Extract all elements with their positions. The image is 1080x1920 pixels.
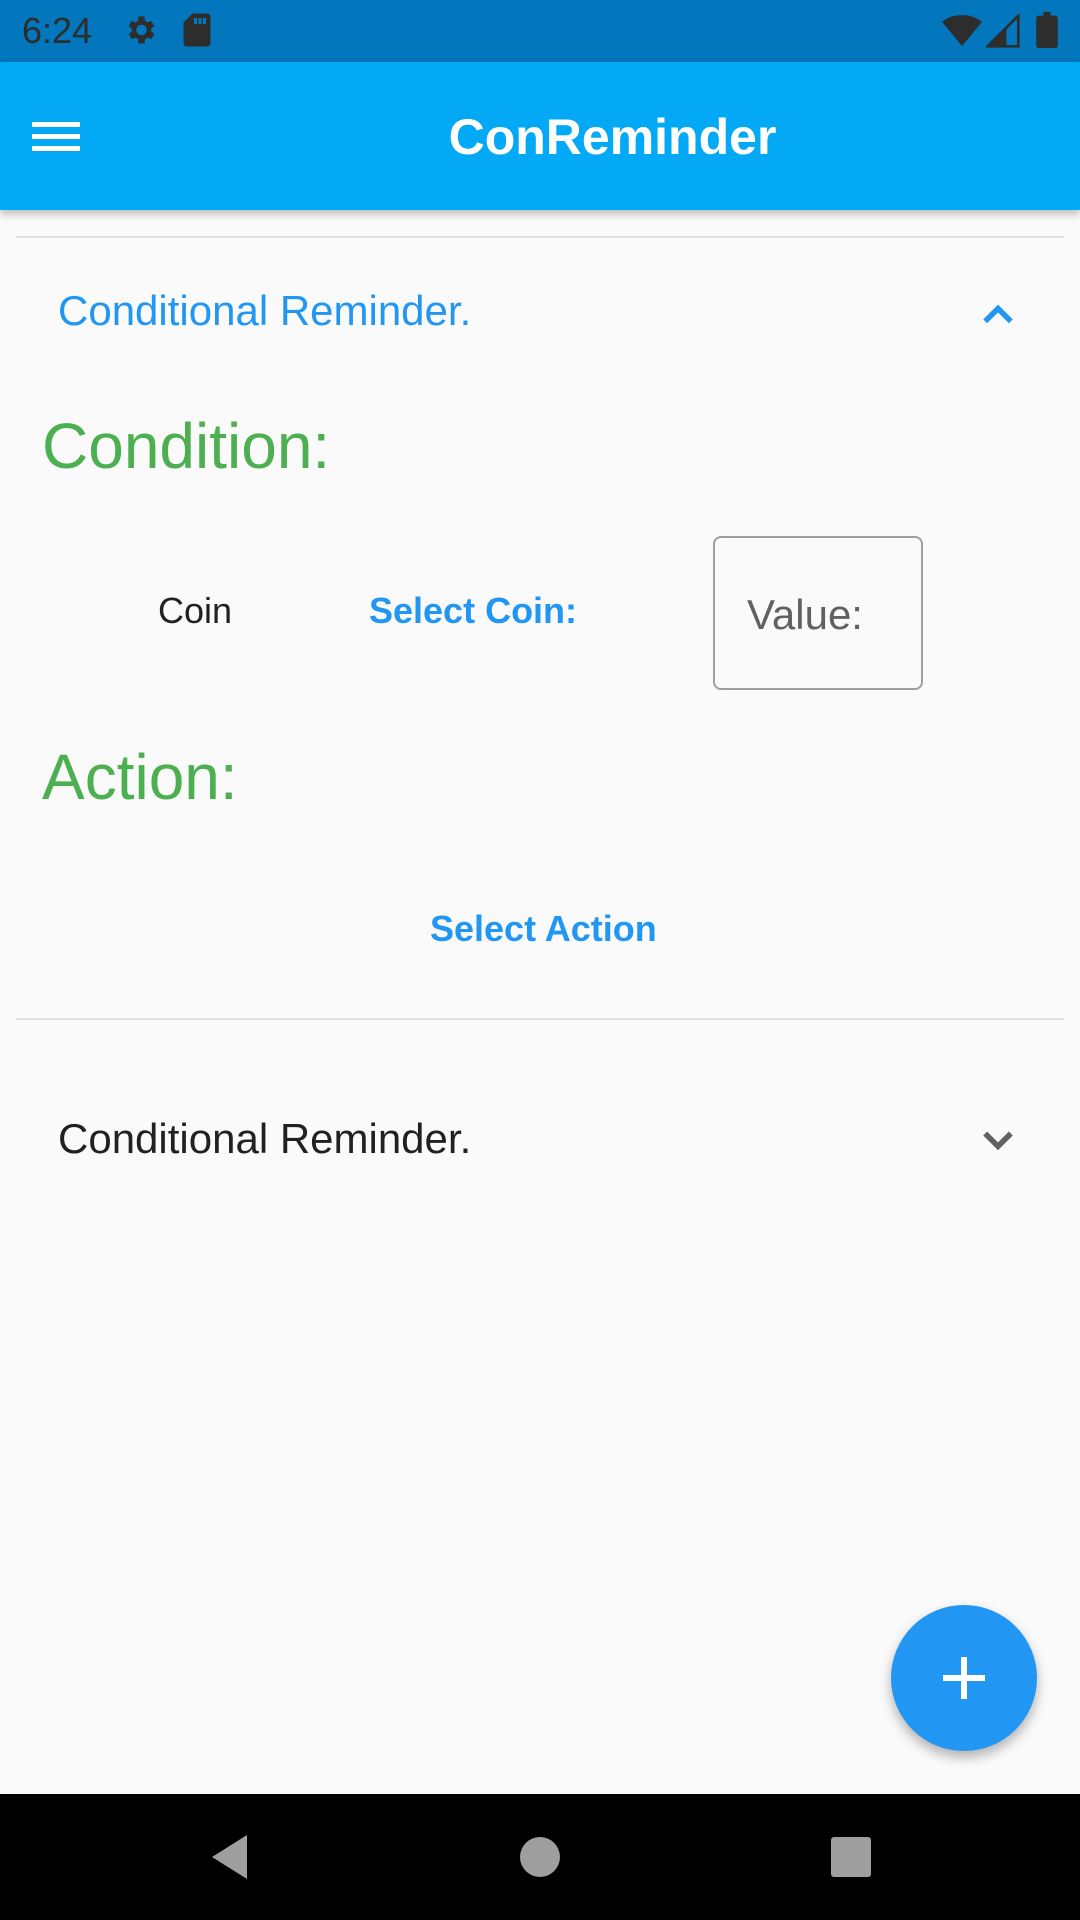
recents-icon[interactable]: [818, 1824, 884, 1890]
back-icon[interactable]: [203, 1824, 269, 1890]
wifi-icon: [942, 14, 982, 53]
app-bar: ConReminder: [0, 62, 1080, 210]
home-icon[interactable]: [507, 1824, 573, 1890]
value-field[interactable]: Value:: [713, 536, 923, 690]
select-action-button[interactable]: Select Action: [430, 906, 657, 952]
sd-card-icon: [182, 12, 212, 53]
condition-heading: Condition:: [42, 410, 331, 482]
status-bar: 6:24: [0, 0, 1080, 62]
status-time: 6:24: [22, 10, 93, 51]
select-coin-button[interactable]: Select Coin:: [369, 588, 577, 634]
plus-icon: [943, 1657, 985, 1699]
nav-bar: [0, 1794, 1080, 1920]
app-title: ConReminder: [448, 109, 777, 165]
panel-title: Conditional Reminder.: [58, 287, 472, 334]
battery-icon: [1036, 12, 1058, 53]
coin-label: Coin: [158, 590, 233, 631]
signal-icon: [984, 12, 1020, 53]
panel-header-expanded[interactable]: Conditional Reminder.: [16, 238, 1064, 388]
settings-icon: [122, 12, 158, 53]
action-heading: Action:: [42, 741, 238, 813]
chevron-up-icon[interactable]: [976, 292, 1020, 336]
add-reminder-button[interactable]: [891, 1605, 1037, 1751]
panel-divider: [16, 1018, 1064, 1020]
panel-title: Conditional Reminder.: [58, 1115, 472, 1162]
value-placeholder: Value:: [747, 591, 863, 638]
panel-header-collapsed[interactable]: Conditional Reminder.: [16, 1065, 1064, 1215]
chevron-down-icon[interactable]: [976, 1117, 1020, 1161]
